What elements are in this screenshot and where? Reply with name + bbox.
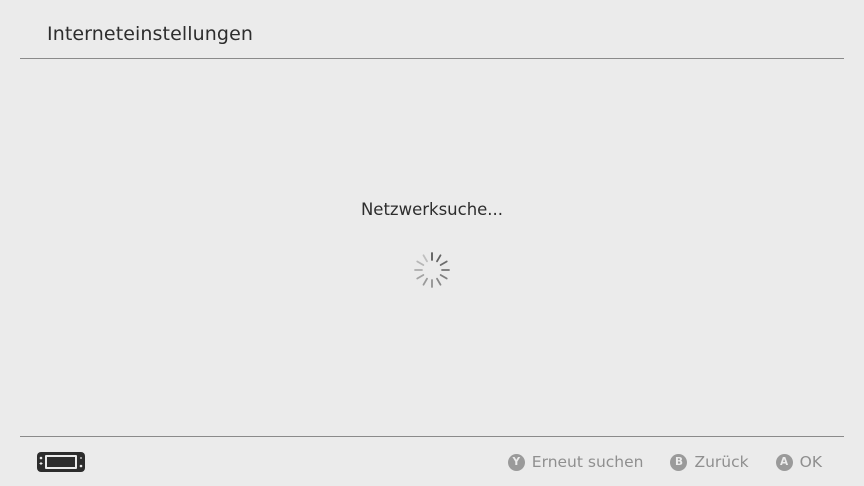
header: Interneteinstellungen xyxy=(0,0,864,59)
loading-spinner-icon xyxy=(414,252,450,288)
spinner-ray xyxy=(416,274,425,280)
footer-button-bar: Y Erneut suchen B Zurück A OK xyxy=(507,450,822,474)
spinner-ray xyxy=(416,260,425,266)
handheld-console-icon xyxy=(37,452,85,472)
header-divider xyxy=(20,58,844,59)
footer-divider xyxy=(20,436,844,437)
y-button-icon: Y xyxy=(507,453,525,471)
rescan-button[interactable]: Y Erneut suchen xyxy=(507,453,644,471)
rescan-button-label: Erneut suchen xyxy=(531,453,644,471)
b-button-icon: B xyxy=(670,453,688,471)
back-button[interactable]: B Zurück xyxy=(670,453,749,471)
search-status-text: Netzwerksuche... xyxy=(360,200,504,219)
ok-button-label: OK xyxy=(799,453,822,471)
back-button-label: Zurück xyxy=(694,453,749,471)
spinner-ray xyxy=(436,254,442,263)
internet-settings-screen: Interneteinstellungen Netzwerksuche... Y… xyxy=(0,0,864,486)
spinner-ray xyxy=(439,274,448,280)
spinner-ray xyxy=(439,260,448,266)
spinner-ray xyxy=(422,277,428,286)
spinner-ray xyxy=(422,254,428,263)
page-title: Interneteinstellungen xyxy=(47,23,254,45)
a-button-icon: A xyxy=(775,453,793,471)
spinner-ray xyxy=(436,277,442,286)
ok-button[interactable]: A OK xyxy=(775,453,822,471)
